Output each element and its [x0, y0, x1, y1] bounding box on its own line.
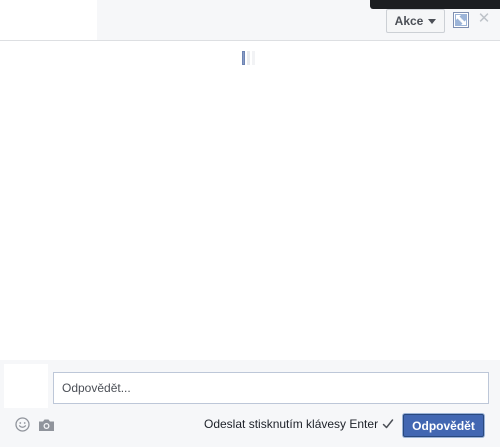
- tooltip: [370, 0, 500, 9]
- expand-icon[interactable]: [453, 12, 469, 28]
- participant-avatar: [0, 0, 97, 40]
- enter-to-send-checkbox[interactable]: [381, 417, 395, 431]
- actions-label: Akce: [394, 14, 424, 28]
- reply-input[interactable]: [53, 372, 489, 404]
- actions-dropdown-button[interactable]: Akce: [386, 9, 445, 33]
- reply-composer: Odeslat stisknutím klávesy Enter Odpověd…: [0, 360, 500, 447]
- close-icon[interactable]: ✕: [477, 11, 491, 27]
- chevron-down-icon: [428, 18, 437, 24]
- conversation-header: Akce ✕: [0, 0, 500, 41]
- emoji-icon[interactable]: [15, 417, 30, 432]
- loading-indicator: [242, 51, 258, 65]
- reply-submit-button[interactable]: Odpovědět: [403, 414, 484, 437]
- camera-icon[interactable]: [38, 418, 55, 432]
- user-avatar: [4, 364, 48, 408]
- enter-to-send-label: Odeslat stisknutím klávesy Enter: [204, 417, 379, 431]
